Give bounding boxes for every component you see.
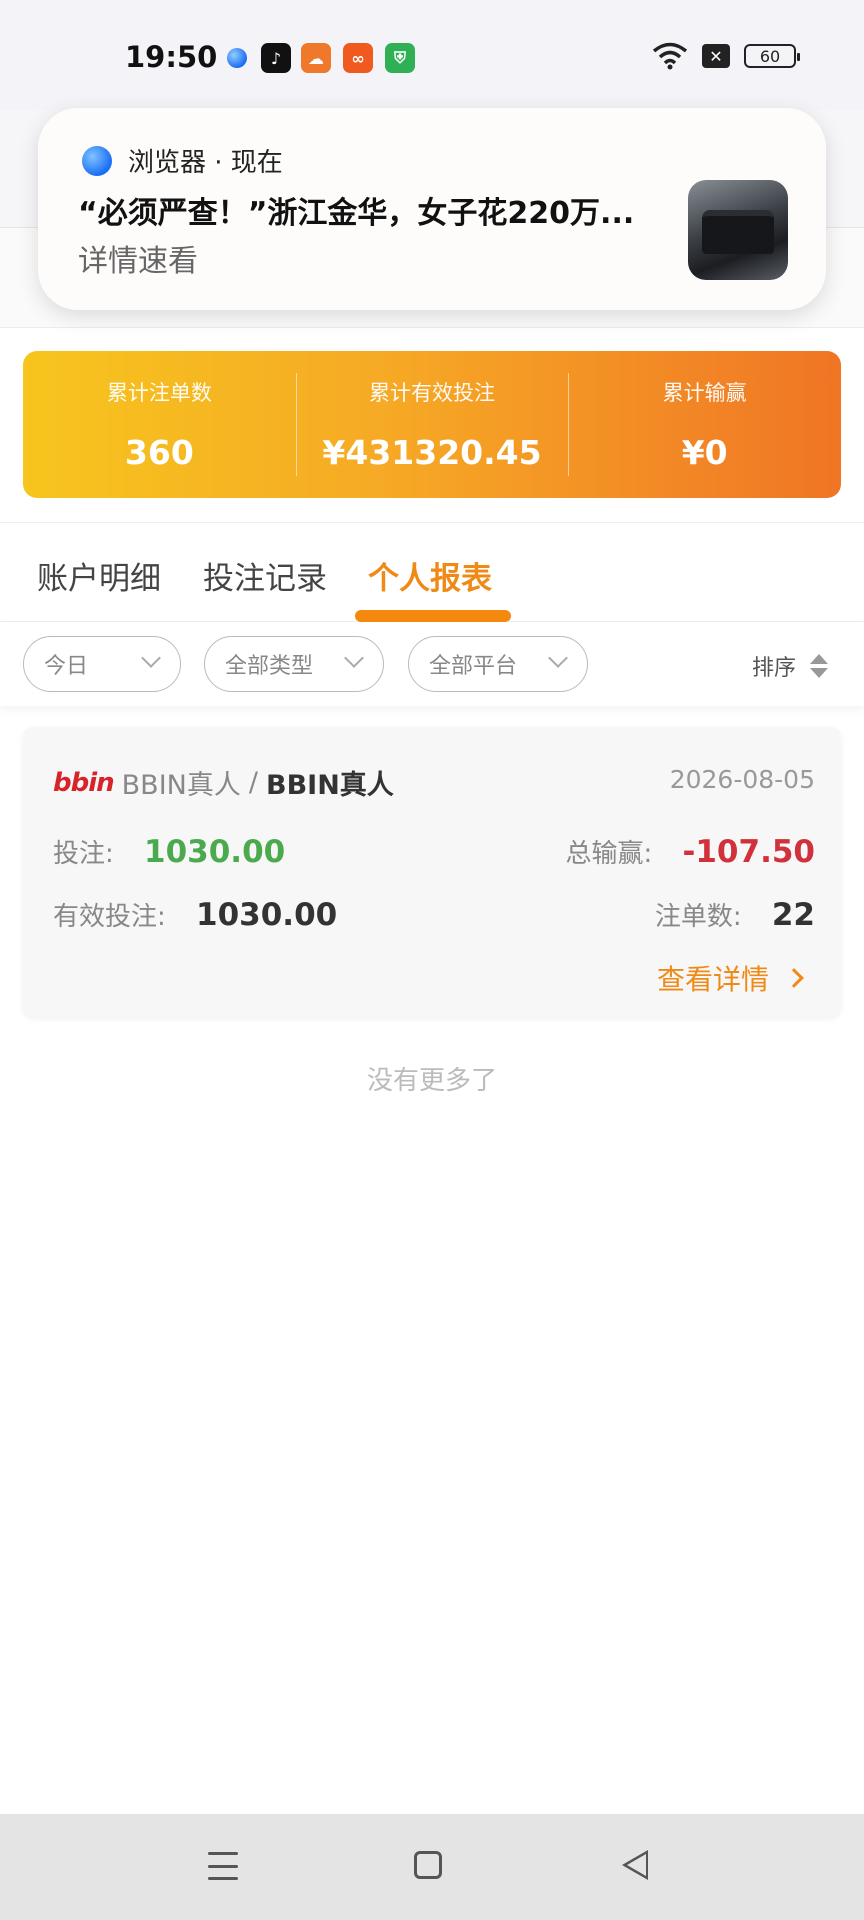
browser-icon [222,43,252,73]
wifi-icon [652,42,688,70]
valid-bet-value: 1030.00 [196,897,338,933]
notification-card[interactable]: 浏览器 · 现在 “必须严查！”浙江金华，女子花220万... 详情速看 [38,108,826,310]
stat-total-bets: 累计注单数 360 [23,351,296,498]
chevron-down-icon [141,648,161,668]
date-filter[interactable]: 今日 [23,636,181,692]
stat-label: 累计输赢 [662,381,747,405]
kuaishou-icon: ∞ [343,43,373,73]
separator: / [248,767,258,798]
stat-label: 累计有效投注 [369,381,495,405]
win-value: -107.50 [682,834,816,870]
count-value: 22 [771,897,815,933]
stat-win-loss: 累计输赢 ¥0 [568,351,841,498]
sort-icon [810,654,828,678]
tab-account-details[interactable]: 账户明细 [37,553,161,598]
stat-label: 累计注单数 [106,381,212,405]
report-card[interactable]: bbin BBIN真人 / BBIN真人 2026-08-05 投注: 1030… [23,727,841,1017]
system-nav-bar [0,1814,864,1920]
status-time: 19:50 [125,40,218,74]
view-details-link[interactable]: 查看详情 [656,958,804,998]
back-icon[interactable] [622,1850,648,1880]
valid-bet-label: 有效投注: [53,902,166,932]
notification-thumbnail [688,180,788,280]
tab-bar: 账户明细 投注记录 个人报表 [0,522,864,622]
bbin-logo: bbin [53,767,115,798]
stat-valid-bets: 累计有效投注 ¥431320.45 [295,351,569,498]
tab-personal-report[interactable]: 个人报表 [368,553,492,598]
bet-label: 投注: [53,839,114,869]
notification-app: 浏览器 · 现在 [82,142,283,179]
stat-value: ¥431320.45 [322,433,542,472]
recent-apps-icon[interactable] [208,1852,238,1880]
card-header: bbin BBIN真人 / BBIN真人 [53,763,394,802]
notification-app-name: 浏览器 · 现在 [128,148,283,178]
type-filter-label: 全部类型 [225,654,314,679]
bet-row: 投注: 1030.00 [53,833,285,870]
cloud-icon: ☁ [301,43,331,73]
bet-value: 1030.00 [144,834,286,870]
filter-bar: 今日 全部类型 全部平台 排序 [0,622,864,706]
platform-filter-label: 全部平台 [429,654,518,679]
view-details-label: 查看详情 [656,963,769,996]
chevron-down-icon [344,648,364,668]
stats-banner: 累计注单数 360 累计有效投注 ¥431320.45 累计输赢 ¥0 [23,351,841,498]
count-label: 注单数: [654,902,742,932]
platform-name: BBIN真人 [121,770,241,801]
notification-subtitle: 详情速看 [78,244,198,279]
stat-value: 360 [124,433,194,472]
sort-label: 排序 [751,656,796,681]
sort-button[interactable]: 排序 [752,650,828,682]
tab-bet-records[interactable]: 投注记录 [203,553,327,598]
chevron-down-icon [548,648,568,668]
status-bar: 19:50 ♪ ☁ ∞ ⛨ ✕ 60 [0,0,864,110]
win-label: 总输赢: [565,839,653,869]
valid-bet-row: 有效投注: 1030.00 [53,896,337,933]
chevron-right-icon [784,968,804,988]
stat-value: ¥0 [681,433,728,472]
game-name: BBIN真人 [265,770,394,801]
notification-title: “必须严查！”浙江金华，女子花220万... [78,196,635,231]
date-filter-label: 今日 [44,654,89,679]
tiktok-icon: ♪ [261,43,291,73]
type-filter[interactable]: 全部类型 [204,636,384,692]
active-tab-indicator [355,610,511,622]
home-icon[interactable] [414,1851,442,1879]
shield-icon: ⛨ [385,43,415,73]
no-sim-icon: ✕ [702,44,730,68]
platform-filter[interactable]: 全部平台 [408,636,588,692]
no-more-text: 没有更多了 [366,1066,497,1096]
record-date: 2026-08-05 [669,765,815,794]
battery-level: 60 [759,46,781,66]
count-row: 注单数: 22 [655,896,815,933]
browser-logo-icon [82,145,112,176]
win-row: 总输赢: -107.50 [565,833,815,870]
battery-icon: 60 [744,44,800,68]
